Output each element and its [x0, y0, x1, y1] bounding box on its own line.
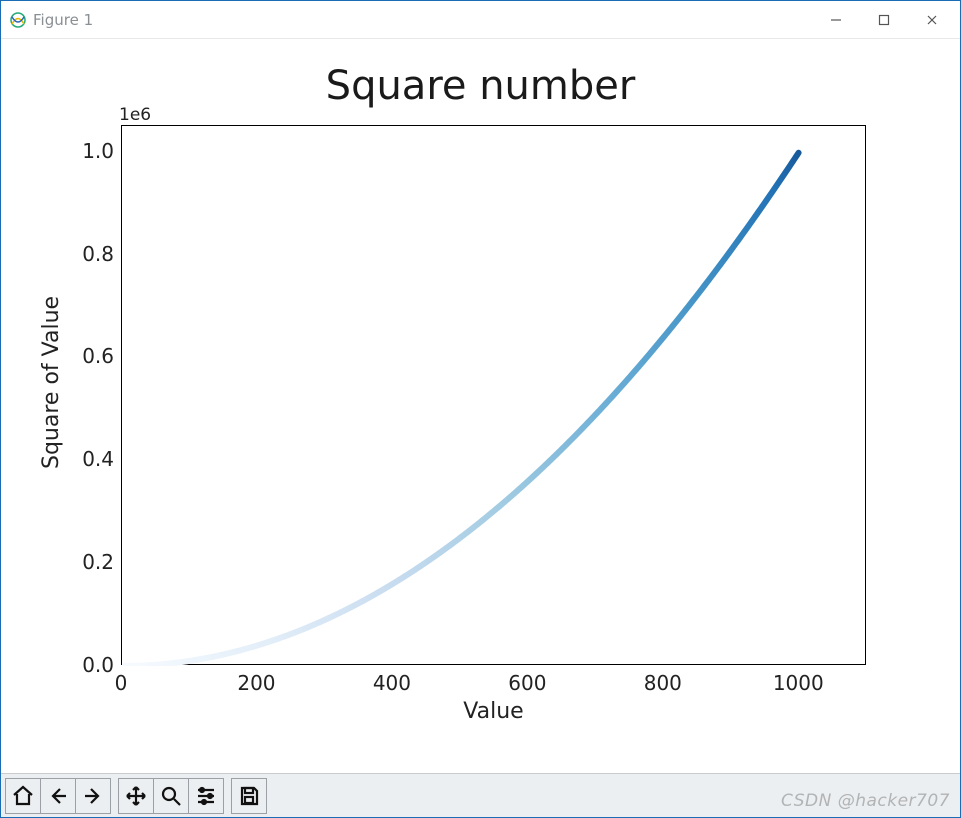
y-tick-label: 0.2 [76, 550, 114, 574]
forward-button[interactable] [75, 778, 111, 814]
window-title: Figure 1 [33, 11, 93, 29]
back-button[interactable] [40, 778, 76, 814]
series-curve [123, 153, 799, 666]
minimize-button[interactable] [812, 1, 860, 39]
y-tick-label: 0.6 [76, 344, 114, 368]
y-tick-label: 0.8 [76, 242, 114, 266]
matplotlib-toolbar: CSDN @hacker707 [1, 773, 960, 817]
maximize-button[interactable] [860, 1, 908, 39]
x-tick-label: 1000 [773, 671, 824, 695]
configure-button[interactable] [188, 778, 224, 814]
chart-area: Square number 1e6 0.00.20.40.60.81 [1, 39, 960, 773]
window-titlebar: Figure 1 [1, 1, 960, 39]
plot-svg [122, 126, 867, 666]
x-tick-label: 0 [115, 671, 128, 695]
y-tick-label: 0.0 [76, 653, 114, 677]
chart-title: Square number [1, 63, 960, 109]
close-button[interactable] [908, 1, 956, 39]
pan-button[interactable] [118, 778, 154, 814]
x-tick-label: 400 [373, 671, 411, 695]
x-axis-label: Value [121, 699, 866, 724]
save-button[interactable] [231, 778, 267, 814]
plot-box [121, 125, 866, 665]
x-tick-label: 800 [644, 671, 682, 695]
x-tick-label: 600 [508, 671, 546, 695]
y-axis-exponent: 1e6 [119, 105, 151, 125]
watermark-text: CSDN @hacker707 [781, 791, 950, 811]
home-button[interactable] [5, 778, 41, 814]
y-tick-label: 1.0 [76, 139, 114, 163]
x-tick-label: 200 [237, 671, 275, 695]
y-tick-label: 0.4 [76, 447, 114, 471]
zoom-button[interactable] [153, 778, 189, 814]
app-icon [9, 11, 27, 29]
y-axis-label: Square of Value [39, 296, 64, 469]
